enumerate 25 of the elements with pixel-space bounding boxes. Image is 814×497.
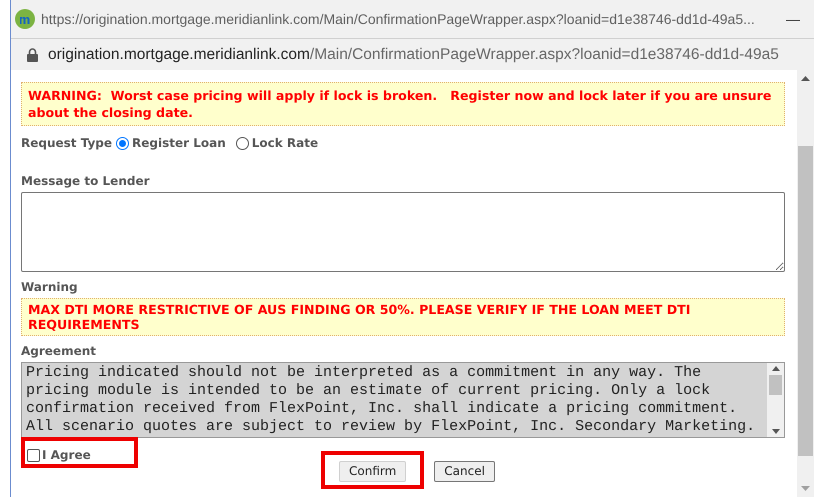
lock-icon: [27, 48, 38, 62]
field-label: Request Type: [21, 135, 112, 152]
dialog-button[interactable]: Cancel: [434, 460, 495, 482]
agreement-text-area[interactable]: Pricing indicated should not be interpreted as a commitment in any way. The pricing module is intended to be an estimate of current pricing. Only a lock confirmation received from FlexPoint, Inc. shall indicate a pricing commitment. All scenario quotes are subject to review by FlexPoint, Inc. Secondary Marketing.: [21, 362, 785, 438]
url-text: origination.mortgage.meridianlink.com/Main/ConfirmationPageWrapper.aspx?loanid=d1e38746-dd1d-49a5: [48, 44, 779, 65]
warning-message: MAX DTI MORE RESTRICTIVE OF AUS FINDING OR 50%. PLEASE VERIFY IF THE LOAN MEET DTI REQUIREMENTS: [21, 298, 785, 336]
scrollbar[interactable]: [797, 70, 814, 497]
field-label: Warning: [21, 279, 79, 296]
scrollbar-thumb[interactable]: [798, 146, 813, 456]
request-type-radio[interactable]: Register Loan: [116, 134, 226, 152]
window-title: https://origination.mortgage.meridianlink.com/Main/ConfirmationPageWrapper.aspx?loanid=d1e38746-dd1d-49a5...: [41, 10, 756, 29]
warning-message: WARNING: Worst case pricing will apply if lock is broken. Register now and lock later if you are unsure about the closing date.: [21, 82, 785, 126]
field-label: Message to Lender: [21, 173, 151, 190]
dialog-button[interactable]: Confirm: [339, 460, 406, 482]
scroll-down-icon[interactable]: [772, 429, 780, 434]
scroll-up-icon[interactable]: [772, 366, 780, 371]
i-agree-checkbox[interactable]: I Agree: [27, 446, 91, 464]
scrollbar-thumb[interactable]: [769, 375, 782, 395]
minimize-button[interactable]: —: [776, 8, 810, 30]
scrollbar[interactable]: [767, 363, 784, 437]
app-logo-icon: [15, 9, 35, 29]
field-label: Agreement: [21, 343, 97, 360]
request-type-radio[interactable]: Lock Rate: [236, 134, 318, 152]
scroll-up-icon[interactable]: [801, 76, 810, 81]
message-input-field[interactable]: [21, 192, 785, 272]
